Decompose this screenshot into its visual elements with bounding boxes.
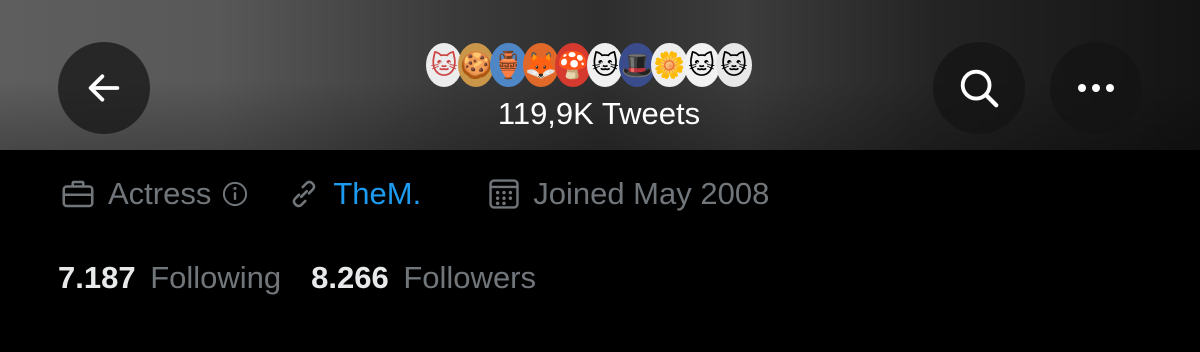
following-label: Following <box>150 260 282 295</box>
more-button[interactable] <box>1050 42 1142 134</box>
flower-cat-emoji: 🌼 <box>651 43 688 87</box>
info-icon[interactable] <box>221 180 249 208</box>
jar-emoji: 🏺 <box>490 43 527 87</box>
following-count: 7.187 <box>58 260 136 295</box>
category: Actress <box>60 176 249 212</box>
followers-link[interactable]: 8.266 Followers <box>311 260 536 296</box>
join-date: Joined May 2008 <box>487 176 769 212</box>
wizard-hat-emoji: 🎩 <box>619 43 656 87</box>
join-date-text: Joined May 2008 <box>533 176 770 211</box>
website-link-text[interactable]: TheM. <box>333 176 421 212</box>
search-button[interactable] <box>933 42 1025 134</box>
category-label: Actress <box>108 176 212 211</box>
more-icon <box>1078 84 1114 92</box>
profile-meta: Actress TheM. Joined May 2008 <box>60 172 769 216</box>
display-name: 🐱 🍪 🏺 🦊 🍄 🐱 🎩 🌼 🐱 🐱 <box>426 36 753 94</box>
follow-stats: 7.187 Following 8.266 Followers <box>58 256 536 300</box>
mushroom-emoji: 🍄 <box>554 43 592 87</box>
cat-face-emoji: 🐱 <box>683 43 720 87</box>
following-link[interactable]: 7.187 Following <box>58 260 281 296</box>
arrow-left-icon <box>88 74 120 102</box>
website-link[interactable]: TheM. <box>287 176 421 212</box>
followers-count: 8.266 <box>311 260 389 295</box>
fox-emoji: 🦊 <box>522 43 559 87</box>
tweets-count: 119,9K Tweets <box>497 96 701 131</box>
profile-header-banner: 🐱 🍪 🏺 🦊 🍄 🐱 🎩 🌼 🐱 🐱 119,9K Tweets <box>0 0 1200 150</box>
followers-label: Followers <box>403 260 537 295</box>
link-icon <box>293 180 316 208</box>
briefcase-icon <box>62 180 94 208</box>
back-button[interactable] <box>58 42 150 134</box>
cat-face-emoji: 🐱 <box>715 43 753 87</box>
calendar-icon <box>489 179 519 209</box>
search-icon <box>960 69 999 108</box>
cat-face-emoji: 🐱 <box>587 43 624 87</box>
cookie-emoji: 🍪 <box>458 43 495 87</box>
cat-face-emoji: 🐱 <box>426 43 463 87</box>
